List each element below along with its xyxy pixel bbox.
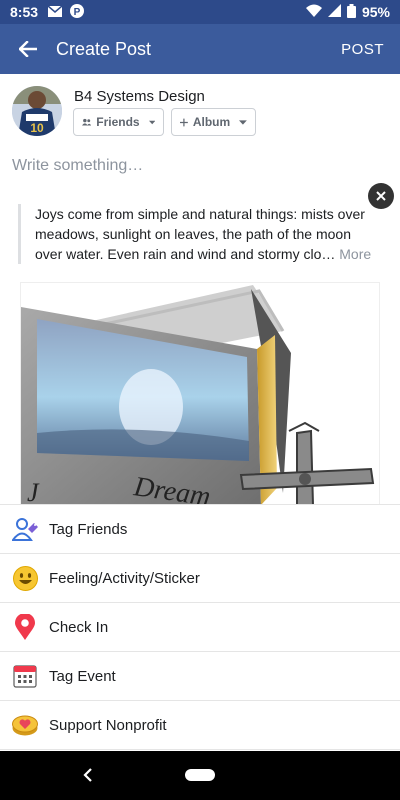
battery-percent: 95% xyxy=(361,4,390,20)
post-button[interactable]: POST xyxy=(341,41,384,58)
shared-text-body: Joys come from simple and natural things… xyxy=(35,206,365,262)
more-link[interactable]: More xyxy=(339,246,371,262)
plus-icon xyxy=(180,118,188,126)
calendar-icon xyxy=(12,663,38,689)
system-nav-bar xyxy=(0,751,400,800)
audience-label: Friends xyxy=(96,115,140,129)
tag-event-row[interactable]: Tag Event xyxy=(0,652,400,701)
mail-icon xyxy=(47,4,63,20)
tag-friends-row[interactable]: Tag Friends xyxy=(0,505,400,554)
action-label: Check In xyxy=(49,618,109,636)
author-name: B4 Systems Design xyxy=(74,88,205,105)
attached-image[interactable]: Dream J xyxy=(20,282,380,504)
chevron-left-icon xyxy=(83,768,92,782)
support-nonprofit-row[interactable]: Support Nonprofit xyxy=(0,701,400,750)
action-label: Support Nonprofit xyxy=(49,716,167,734)
book-cross-image: Dream J xyxy=(21,285,375,504)
post-text-input[interactable]: Write something… xyxy=(12,157,143,175)
status-bar: 8:53 P 95% xyxy=(0,0,400,24)
back-arrow-icon xyxy=(19,41,37,57)
action-label: Tag Friends xyxy=(49,520,128,538)
system-back-button[interactable] xyxy=(80,765,96,785)
wifi-icon xyxy=(305,4,322,20)
check-in-row[interactable]: Check In xyxy=(0,603,400,652)
svg-text:J: J xyxy=(27,478,40,504)
smiley-icon xyxy=(12,565,38,591)
app-bar: Create Post POST xyxy=(0,24,400,74)
shared-text: Joys come from simple and natural things… xyxy=(18,204,382,264)
avatar[interactable]: 10 xyxy=(12,86,62,136)
location-pin-icon xyxy=(12,614,38,640)
author-row: 10 B4 Systems Design Friends Album xyxy=(12,84,392,140)
svg-text:P: P xyxy=(74,7,81,18)
status-time: 8:53 xyxy=(10,4,39,20)
audience-selector[interactable]: Friends xyxy=(73,108,164,136)
signal-icon xyxy=(327,4,341,20)
action-label: Tag Event xyxy=(49,667,116,685)
feeling-activity-sticker-row[interactable]: Feeling/Activity/Sticker xyxy=(0,554,400,603)
back-button[interactable] xyxy=(0,24,56,74)
page-title: Create Post xyxy=(56,38,152,59)
svg-text:10: 10 xyxy=(30,121,44,135)
caret-down-icon xyxy=(148,120,155,124)
friends-icon xyxy=(82,118,92,126)
close-icon xyxy=(376,191,386,201)
album-selector[interactable]: Album xyxy=(171,108,256,136)
tag-friends-icon xyxy=(12,516,38,542)
p-app-icon: P xyxy=(70,3,85,21)
battery-icon xyxy=(346,3,356,21)
caret-down-icon xyxy=(239,119,247,125)
album-label: Album xyxy=(192,115,231,129)
system-home-button[interactable] xyxy=(185,769,215,781)
post-actions-list: Tag Friends Feeling/Activity/Sticker Che… xyxy=(0,504,400,750)
action-label: Feeling/Activity/Sticker xyxy=(49,569,200,587)
heart-coin-icon xyxy=(12,712,38,738)
